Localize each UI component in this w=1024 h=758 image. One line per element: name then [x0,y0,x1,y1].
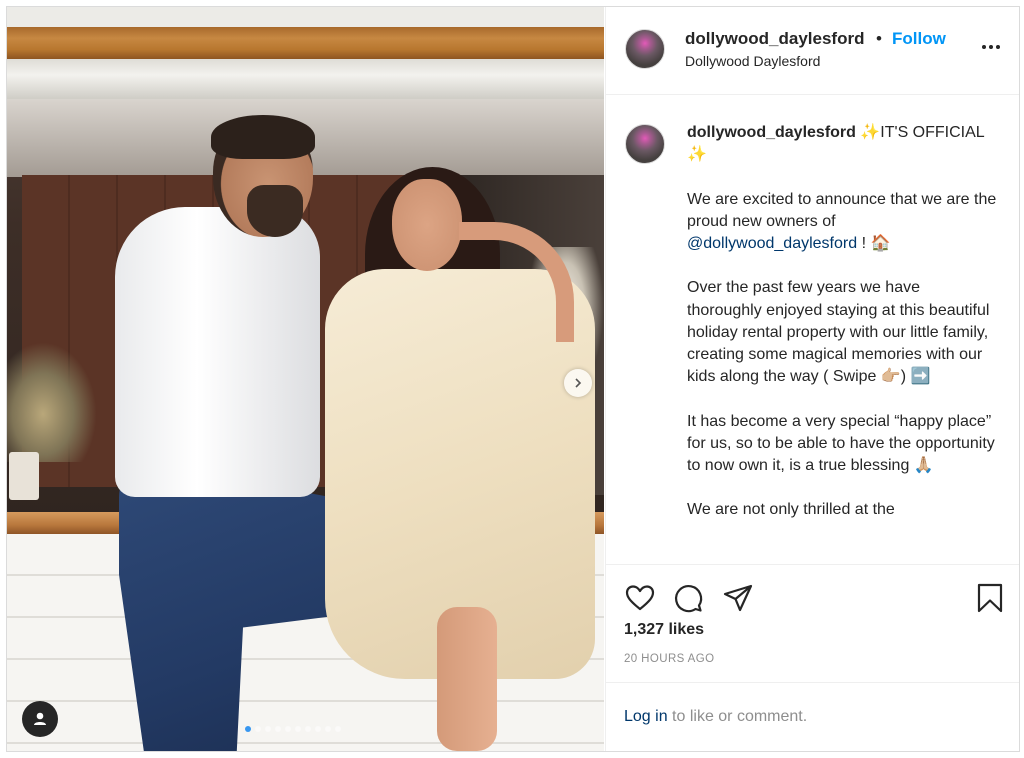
photo-man-beard [247,185,303,237]
bookmark-icon [977,583,1003,613]
header-subtitle[interactable]: Dollywood Daylesford [685,53,820,69]
photo-man-hair [211,115,315,159]
more-options-icon[interactable] [976,37,1006,57]
caption-paragraph-2: Over the past few years we have thorough… [687,279,990,386]
carousel-dot [315,726,321,732]
user-icon [34,712,46,725]
caption-avatar[interactable] [625,124,665,164]
post-modal: dollywood_daylesford • Follow Dollywood … [6,6,1020,752]
carousel-dot [255,726,261,732]
caption-paragraph-4: We are not only thrilled at the [687,501,895,519]
photo-dried-flowers [7,342,97,462]
carousel-dot [275,726,281,732]
carousel-next-button[interactable] [564,369,592,397]
post-header: dollywood_daylesford • Follow Dollywood … [606,7,1019,95]
carousel-dot [305,726,311,732]
caption-mention-link[interactable]: @dollywood_daylesford [687,235,857,252]
post-sidebar: dollywood_daylesford • Follow Dollywood … [605,7,1019,751]
carousel-indicator [245,726,341,732]
post-timestamp[interactable]: 20 HOURS AGO [624,653,714,665]
comment-button[interactable] [672,582,704,614]
login-link[interactable]: Log in [624,708,668,725]
share-button[interactable] [722,582,754,614]
heart-icon [625,585,655,611]
login-prompt-text: Log in to like or comment. [624,708,807,726]
carousel-dot [245,726,251,732]
likes-count[interactable]: 1,327 likes [624,621,704,639]
caption-text: dollywood_daylesford ✨IT'S OFFICIAL ✨ We… [687,122,999,544]
avatar[interactable] [625,29,665,69]
paper-plane-icon [723,584,753,612]
caption-area[interactable]: dollywood_daylesford ✨IT'S OFFICIAL ✨ We… [606,96,1019,564]
carousel-dot [335,726,341,732]
carousel-dot [265,726,271,732]
caption-paragraph-3: It has become a very special “happy plac… [687,412,995,474]
photo-timber-beam [7,27,604,59]
header-username[interactable]: dollywood_daylesford [685,29,864,49]
carousel-dot [325,726,331,732]
photo-vase [9,452,39,500]
action-bar [606,564,1019,624]
caption-paragraph-1-end: ! 🏠 [857,235,891,252]
post-photo[interactable] [7,7,604,751]
header-separator: • [876,29,882,48]
chevron-right-icon [575,378,582,388]
photo-window-frame [7,59,604,99]
photo-woman-leg [437,607,497,751]
caption-username[interactable]: dollywood_daylesford [687,124,856,141]
user-tags-button[interactable] [22,701,58,737]
follow-button[interactable]: Follow [892,29,946,49]
photo-woman-face [392,179,462,271]
login-prompt-rest: to like or comment. [667,708,808,725]
login-prompt: Log in to like or comment. [606,682,1019,751]
carousel-dot [295,726,301,732]
caption-paragraph-1: We are excited to announce that we are t… [687,190,997,230]
save-button[interactable] [974,582,1006,614]
photo-wall [7,7,604,29]
carousel-dot [285,726,291,732]
photo-man-shirt [115,207,320,497]
like-button[interactable] [624,582,656,614]
comment-icon [674,584,703,613]
